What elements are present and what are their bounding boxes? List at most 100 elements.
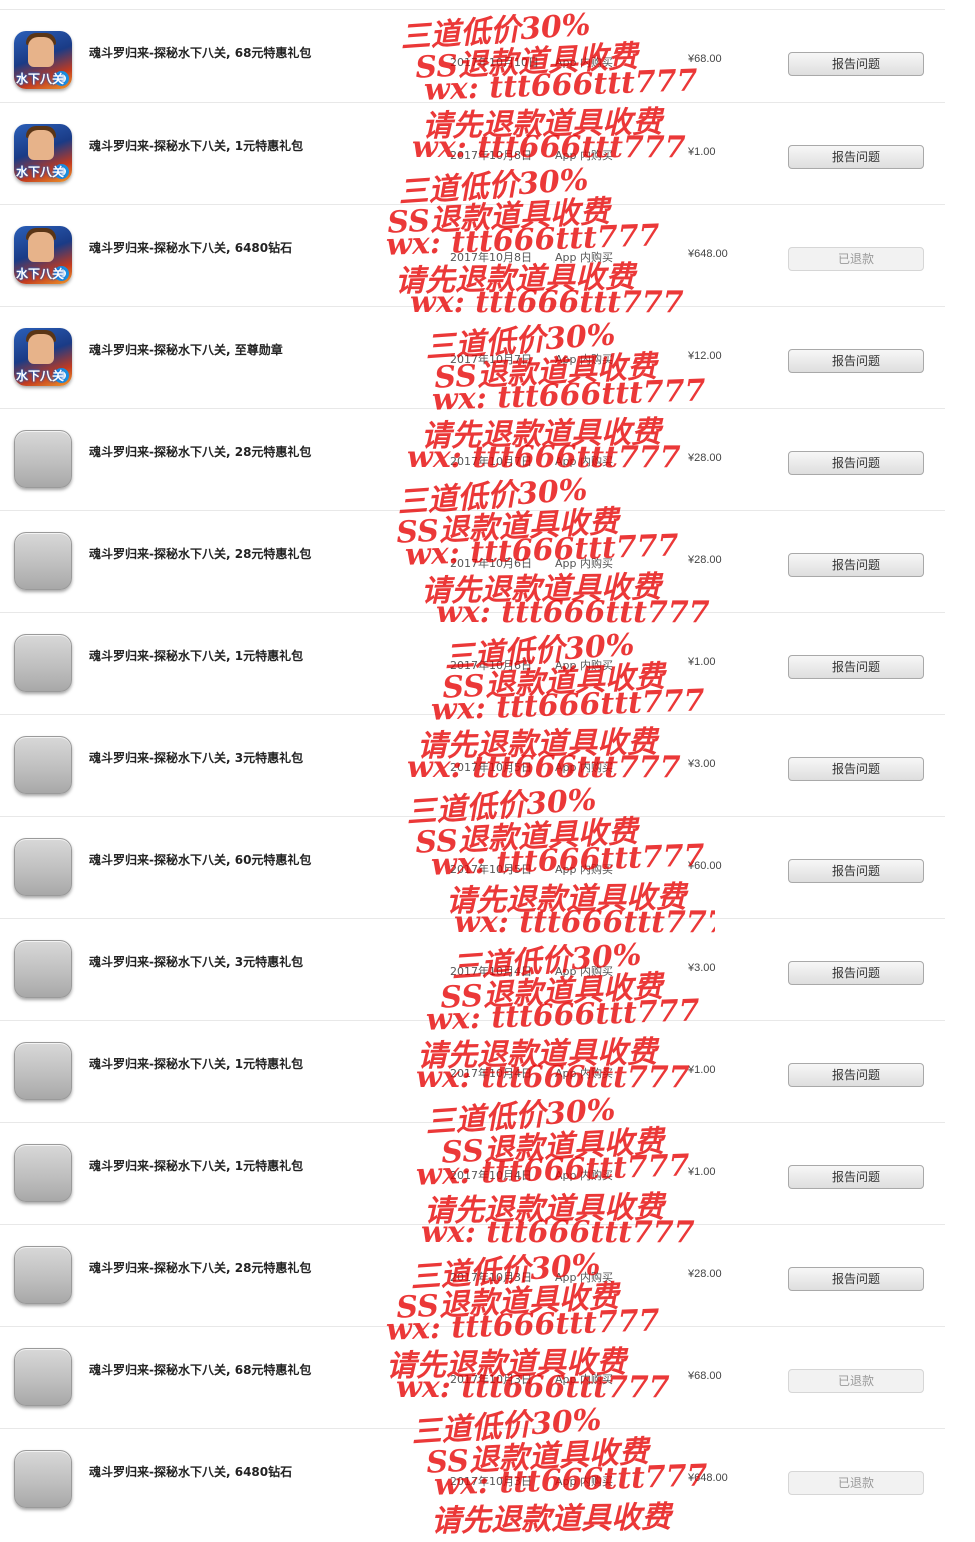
report-problem-button[interactable]: 报告问题: [788, 451, 924, 475]
purchase-row: 魂斗罗归来-探秘水下八关, 3元特惠礼包 2017年10月4日 App 内购买 ¥3.…: [0, 918, 945, 1020]
purchase-type: App 内购买: [555, 455, 613, 468]
game-icon-label: 水下八关: [16, 165, 65, 179]
item-title: 魂斗罗归来-探秘水下八关, 1元特惠礼包: [89, 1159, 304, 1173]
item-title: 魂斗罗归来-探秘水下八关, 至尊勋章: [89, 343, 283, 357]
report-problem-button[interactable]: 报告问题: [788, 859, 924, 883]
purchase-price: ¥68.00: [688, 1370, 722, 1382]
purchase-date: 2017年10月4日: [450, 1169, 532, 1182]
purchase-price: ¥648.00: [688, 1472, 728, 1484]
blank-app-icon: [14, 634, 72, 692]
item-title: 魂斗罗归来-探秘水下八关, 3元特惠礼包: [89, 751, 304, 765]
item-title: 魂斗罗归来-探秘水下八关, 3元特惠礼包: [89, 955, 304, 969]
purchase-price: ¥68.00: [688, 53, 722, 65]
purchase-date: 2017年10月4日: [450, 1067, 532, 1080]
purchase-price: ¥1.00: [688, 656, 716, 668]
purchase-row: 魂斗罗归来-探秘水下八关, 3元特惠礼包 2017年10月5日 App 内购买 ¥3.…: [0, 714, 945, 816]
refunded-status-button: 已退款: [788, 247, 924, 271]
game-icon: 水下八关: [14, 124, 72, 182]
item-title: 魂斗罗归来-探秘水下八关, 1元特惠礼包: [89, 139, 304, 153]
blank-app-icon: [14, 430, 72, 488]
purchase-type: App 内购买: [555, 863, 613, 876]
purchase-date: 2017年10月3日: [450, 1271, 532, 1284]
purchase-row: 水下八关 魂斗罗归来-探秘水下八关, 6480钻石 2017年10月8日 App 内购…: [0, 204, 945, 306]
purchase-row: 魂斗罗归来-探秘水下八关, 28元特惠礼包 2017年10月6日 App 内购买 ¥2…: [0, 510, 945, 612]
purchase-type: App 内购买: [555, 1067, 613, 1080]
purchase-type: App 内购买: [555, 1475, 613, 1488]
report-problem-button[interactable]: 报告问题: [788, 553, 924, 577]
purchase-type: App 内购买: [555, 1271, 613, 1284]
purchase-row: 水下八关 魂斗罗归来-探秘水下八关, 1元特惠礼包 2017年10月8日 App 内购…: [0, 102, 945, 204]
purchase-row: 魂斗罗归来-探秘水下八关, 1元特惠礼包 2017年10月4日 App 内购买 ¥1.…: [0, 1122, 945, 1224]
purchase-row: 魂斗罗归来-探秘水下八关, 6480钻石 2017年10月3日 App 内购买 ¥64…: [0, 1428, 945, 1530]
purchase-date: 2017年10月8日: [450, 251, 532, 264]
report-problem-button[interactable]: 报告问题: [788, 52, 924, 76]
item-title: 魂斗罗归来-探秘水下八关, 6480钻石: [89, 241, 293, 255]
game-icon-label: 水下八关: [16, 72, 65, 86]
report-problem-button[interactable]: 报告问题: [788, 1063, 924, 1087]
report-problem-button[interactable]: 报告问题: [788, 1267, 924, 1291]
purchase-date: 2017年10月6日: [450, 557, 532, 570]
purchase-date: 2017年10月3日: [450, 1373, 532, 1386]
report-problem-button[interactable]: 报告问题: [788, 1165, 924, 1189]
item-title: 魂斗罗归来-探秘水下八关, 60元特惠礼包: [89, 853, 312, 867]
purchase-date: 2017年10月5日: [450, 863, 532, 876]
purchase-row: 水下八关 魂斗罗归来-探秘水下八关, 至尊勋章 2017年10月7日 App 内购买 ¥…: [0, 306, 945, 408]
purchase-date: 2017年10月5日: [450, 761, 532, 774]
item-title: 魂斗罗归来-探秘水下八关, 28元特惠礼包: [89, 445, 312, 459]
item-title: 魂斗罗归来-探秘水下八关, 68元特惠礼包: [89, 1363, 312, 1377]
purchase-type: App 内购买: [555, 965, 613, 978]
purchase-row: 魂斗罗归来-探秘水下八关, 60元特惠礼包 2017年10月5日 App 内购买 ¥6…: [0, 816, 945, 918]
item-title: 魂斗罗归来-探秘水下八关, 68元特惠礼包: [89, 46, 312, 60]
game-icon: 水下八关: [14, 31, 72, 89]
item-title: 魂斗罗归来-探秘水下八关, 6480钻石: [89, 1465, 293, 1479]
purchase-price: ¥60.00: [688, 860, 722, 872]
purchase-type: App 内购买: [555, 149, 613, 162]
purchase-price: ¥3.00: [688, 962, 716, 974]
purchase-date: 2017年10月10日: [450, 56, 539, 69]
blank-app-icon: [14, 736, 72, 794]
purchase-price: ¥1.00: [688, 1166, 716, 1178]
item-title: 魂斗罗归来-探秘水下八关, 1元特惠礼包: [89, 649, 304, 663]
game-icon: 水下八关: [14, 328, 72, 386]
purchase-row: 魂斗罗归来-探秘水下八关, 28元特惠礼包 2017年10月7日 App 内购买 ¥2…: [0, 408, 945, 510]
purchase-row: 水下八关 魂斗罗归来-探秘水下八关, 68元特惠礼包 2017年10月10日 App …: [0, 9, 945, 111]
report-problem-button[interactable]: 报告问题: [788, 961, 924, 985]
refunded-status-button: 已退款: [788, 1369, 924, 1393]
report-problem-button[interactable]: 报告问题: [788, 757, 924, 781]
purchase-type: App 内购买: [555, 1373, 613, 1386]
purchase-price: ¥28.00: [688, 554, 722, 566]
purchase-type: App 内购买: [555, 659, 613, 672]
purchase-price: ¥3.00: [688, 758, 716, 770]
purchase-row: 魂斗罗归来-探秘水下八关, 1元特惠礼包 2017年10月6日 App 内购买 ¥1.…: [0, 612, 945, 714]
purchase-date: 2017年10月7日: [450, 353, 532, 366]
blank-app-icon: [14, 1144, 72, 1202]
purchase-date: 2017年10月3日: [450, 1475, 532, 1488]
purchase-type: App 内购买: [555, 56, 613, 69]
purchase-price: ¥28.00: [688, 452, 722, 464]
item-title: 魂斗罗归来-探秘水下八关, 1元特惠礼包: [89, 1057, 304, 1071]
blank-app-icon: [14, 1042, 72, 1100]
game-icon-label: 水下八关: [16, 267, 65, 281]
refunded-status-button: 已退款: [788, 1471, 924, 1495]
purchase-row: 魂斗罗归来-探秘水下八关, 1元特惠礼包 2017年10月4日 App 内购买 ¥1.…: [0, 1020, 945, 1122]
purchase-price: ¥1.00: [688, 146, 716, 158]
game-icon-label: 水下八关: [16, 369, 65, 383]
blank-app-icon: [14, 1348, 72, 1406]
report-problem-button[interactable]: 报告问题: [788, 349, 924, 373]
purchase-history-list: 水下八关 魂斗罗归来-探秘水下八关, 68元特惠礼包 2017年10月10日 App …: [0, 0, 975, 1530]
blank-app-icon: [14, 838, 72, 896]
blank-app-icon: [14, 940, 72, 998]
item-title: 魂斗罗归来-探秘水下八关, 28元特惠礼包: [89, 547, 312, 561]
purchase-price: ¥28.00: [688, 1268, 722, 1280]
purchase-date: 2017年10月6日: [450, 659, 532, 672]
purchase-date: 2017年10月7日: [450, 455, 532, 468]
purchase-price: ¥12.00: [688, 350, 722, 362]
report-problem-button[interactable]: 报告问题: [788, 655, 924, 679]
purchase-type: App 内购买: [555, 353, 613, 366]
blank-app-icon: [14, 1246, 72, 1304]
purchase-type: App 内购买: [555, 557, 613, 570]
report-problem-button[interactable]: 报告问题: [788, 145, 924, 169]
purchase-type: App 内购买: [555, 1169, 613, 1182]
game-icon: 水下八关: [14, 226, 72, 284]
purchase-date: 2017年10月4日: [450, 965, 532, 978]
